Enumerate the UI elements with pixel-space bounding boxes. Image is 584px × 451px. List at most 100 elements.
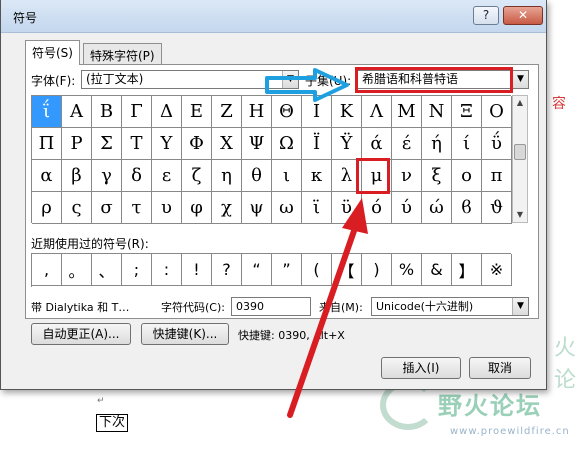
symbol-cell[interactable]: Δ [152,96,182,128]
recent-symbols-grid: ,。、;:!? “”(【)% &】 ※ [31,253,512,287]
character-name: 带 Dialytika 和 T… [31,301,130,314]
recent-symbol-cell[interactable]: ! [182,254,212,286]
symbol-dialog: 符号 ? ✕ 符号(S) 特殊字符(P) 字体(F): (拉丁文本) ▼ 子集(… [0,0,547,390]
symbol-cell[interactable]: σ [92,192,122,224]
symbol-cell[interactable]: ψ [242,192,272,224]
help-button[interactable]: ? [473,6,499,25]
watermark: 野火论坛 www.proewildfire.cn [380,380,584,451]
symbol-cell[interactable]: ρ [32,192,62,224]
recent-symbol-cell[interactable]: ※ [482,254,512,286]
close-button[interactable]: ✕ [503,6,543,25]
symbol-cell[interactable]: Ϋ [332,128,362,160]
symbol-cell[interactable]: α [32,160,62,192]
watermark-text: 野火论坛 [438,392,542,420]
symbol-cell[interactable]: υ [152,192,182,224]
chevron-down-icon[interactable]: ▼ [512,71,528,88]
symbol-cell[interactable]: η [212,160,242,192]
document-side-text: 容 [552,96,566,112]
scroll-thumb[interactable] [514,144,526,160]
symbol-cell[interactable]: ά [362,128,392,160]
dialog-title: 符号 [13,11,38,25]
symbol-cell[interactable]: ΰ [482,128,512,160]
symbol-cell[interactable]: Τ [122,128,152,160]
symbol-cell[interactable]: ΐ [32,96,62,128]
symbol-cell[interactable]: Ε [182,96,212,128]
insert-button[interactable]: 插入(I) [381,357,461,379]
symbol-grid-scrollbar[interactable]: ▲ ▼ [512,95,528,223]
symbol-cell[interactable]: Ο [482,96,512,128]
symbol-cell[interactable]: Ψ [242,128,272,160]
symbol-cell[interactable]: δ [122,160,152,192]
annotation-box-mu [356,158,390,194]
symbol-cell[interactable]: Ζ [212,96,242,128]
symbol-cell[interactable]: κ [302,160,332,192]
recent-symbol-cell[interactable]: “ [242,254,272,286]
recent-symbol-cell[interactable]: ? [212,254,242,286]
symbol-cell[interactable]: ν [392,160,422,192]
chevron-down-icon[interactable]: ▼ [512,298,528,315]
tab-special-characters[interactable]: 特殊字符(P) [83,43,162,64]
recent-symbols-label: 近期使用过的符号(R): [31,237,149,251]
font-label: 字体(F): [31,74,76,88]
recent-symbol-cell[interactable]: : [152,254,182,286]
watermark-url: www.proewildfire.cn [450,426,570,437]
recent-symbol-cell[interactable]: ; [122,254,152,286]
annotation-box-subset [355,67,513,93]
symbol-cell[interactable]: τ [122,192,152,224]
symbol-cell[interactable]: β [62,160,92,192]
symbol-cell[interactable]: ύ [392,192,422,224]
symbol-cell[interactable]: Β [92,96,122,128]
symbol-cell[interactable]: Α [62,96,92,128]
scroll-up-icon[interactable]: ▲ [513,96,527,110]
symbol-cell[interactable]: χ [212,192,242,224]
symbol-cell[interactable]: ί [452,128,482,160]
symbol-cell[interactable]: Σ [92,128,122,160]
symbol-cell[interactable]: ϐ [452,192,482,224]
recent-symbol-cell[interactable]: 】 [452,254,482,286]
shortcut-key-button[interactable]: 快捷键(K)... [141,323,229,345]
recent-symbol-cell[interactable]: 、 [92,254,122,286]
symbol-cell[interactable]: Γ [122,96,152,128]
recent-symbol-cell[interactable]: 。 [62,254,92,286]
symbol-cell[interactable]: ώ [422,192,452,224]
symbol-cell[interactable]: π [482,160,512,192]
symbol-cell[interactable]: ς [62,192,92,224]
dialog-titlebar[interactable]: 符号 ? ✕ [1,0,546,33]
symbol-cell[interactable]: Μ [392,96,422,128]
symbol-cell[interactable]: ε [152,160,182,192]
symbol-cell[interactable]: Ν [422,96,452,128]
font-select-value: (拉丁文本) [86,72,144,86]
symbol-cell[interactable]: ϑ [482,192,512,224]
autocorrect-button[interactable]: 自动更正(A)... [31,323,131,345]
tab-symbols[interactable]: 符号(S) [25,40,80,65]
scroll-down-icon[interactable]: ▼ [513,208,527,222]
symbol-cell[interactable]: Π [32,128,62,160]
symbol-cell[interactable]: φ [182,192,212,224]
symbol-cell[interactable]: θ [242,160,272,192]
from-select[interactable]: Unicode(十六进制) ▼ [371,297,529,316]
recent-symbol-cell[interactable]: , [32,254,62,286]
symbol-cell[interactable]: έ [392,128,422,160]
paragraph-mark-icon: ↵ [97,396,105,406]
symbol-cell[interactable]: Ω [272,128,302,160]
symbol-cell[interactable]: Φ [182,128,212,160]
symbol-cell[interactable]: ή [422,128,452,160]
symbol-cell[interactable]: Υ [152,128,182,160]
symbol-cell[interactable]: ι [272,160,302,192]
symbol-cell[interactable]: Ρ [62,128,92,160]
from-select-value: Unicode(十六进制) [376,300,474,313]
recent-symbol-cell[interactable]: % [392,254,422,286]
document-word[interactable]: 下次 [96,414,129,432]
cancel-button[interactable]: 取消 [469,357,531,379]
symbol-cell[interactable]: ξ [422,160,452,192]
annotation-blue-arrow-icon [265,68,349,102]
symbol-cell[interactable]: ζ [182,160,212,192]
symbol-cell[interactable]: Ξ [452,96,482,128]
symbol-cell[interactable]: Λ [362,96,392,128]
recent-symbol-cell[interactable]: & [422,254,452,286]
symbol-cell[interactable]: Χ [212,128,242,160]
symbol-cell[interactable]: γ [92,160,122,192]
symbol-cell[interactable]: Ϊ [302,128,332,160]
annotation-red-arrow-icon [287,198,368,418]
symbol-cell[interactable]: ο [452,160,482,192]
